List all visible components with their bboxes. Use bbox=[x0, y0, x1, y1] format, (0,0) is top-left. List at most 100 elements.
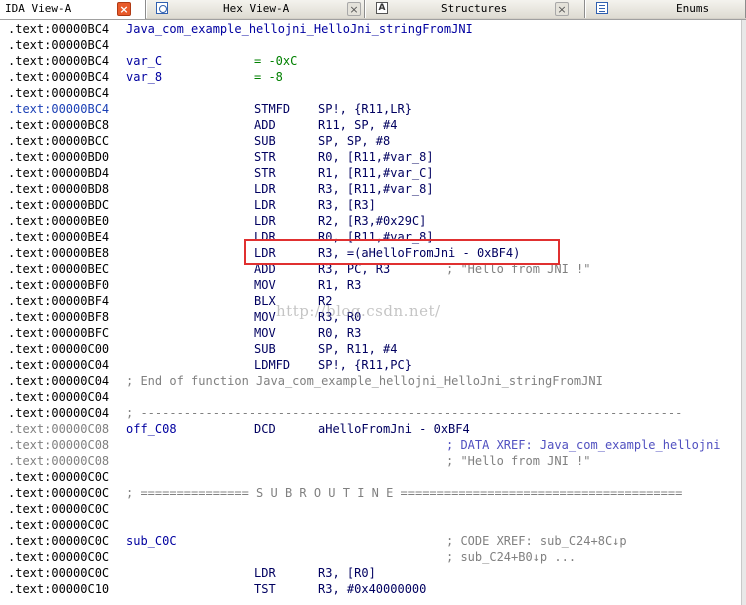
listing-line[interactable]: .text:00000C04 bbox=[0, 389, 742, 405]
line-comment: ; --------------------------------------… bbox=[126, 406, 683, 420]
line-comment: ; "Hello from JNI !" bbox=[446, 262, 591, 276]
line-mnemonic: MOV bbox=[254, 310, 276, 324]
listing-line[interactable]: .text:00000C08 ; DATA XREF: Java_com_exam… bbox=[0, 437, 742, 453]
listing-line[interactable]: .text:00000BC8 ADD R11, SP, #4 bbox=[0, 117, 742, 133]
line-address: .text:00000BC4 bbox=[8, 22, 110, 36]
tab-ida-view-a[interactable]: IDA View-A × bbox=[0, 0, 146, 19]
line-mnemonic: = -8 bbox=[254, 70, 283, 84]
line-operands: R11, SP, #4 bbox=[318, 118, 398, 132]
line-operands: R2, [R3,#0x29C] bbox=[318, 214, 427, 228]
vertical-scrollbar[interactable] bbox=[741, 20, 746, 605]
structures-icon: A bbox=[376, 2, 388, 14]
listing-line[interactable]: .text:00000BF8 MOV R3, R0 bbox=[0, 309, 742, 325]
line-operands: SP!, {R11,LR} bbox=[318, 102, 412, 116]
listing-line[interactable]: .text:00000C0C ; sub_C24+B0↓p ... bbox=[0, 549, 742, 565]
listing-line[interactable]: .text:00000C0C LDR R3, [R0] bbox=[0, 565, 742, 581]
line-address: .text:00000C10 bbox=[8, 582, 110, 596]
listing-line[interactable]: .text:00000BD0 STR R0, [R11,#var_8] bbox=[0, 149, 742, 165]
listing-line[interactable]: .text:00000BE0 LDR R2, [R3,#0x29C] bbox=[0, 213, 742, 229]
listing-line[interactable]: .text:00000BFC MOV R0, R3 bbox=[0, 325, 742, 341]
line-mnemonic: ADD bbox=[254, 118, 276, 132]
line-operands: R3, #0x40000000 bbox=[318, 582, 427, 596]
listing-line[interactable]: .text:00000BF0 MOV R1, R3 bbox=[0, 277, 742, 293]
line-operands: SP!, {R11,PC} bbox=[318, 358, 412, 372]
line-address: .text:00000BD4 bbox=[8, 166, 110, 180]
line-operands: R0, R3 bbox=[318, 326, 362, 340]
enums-icon bbox=[596, 2, 608, 14]
line-operands: R3, [R0] bbox=[318, 566, 376, 580]
listing-line[interactable]: .text:00000C0C bbox=[0, 501, 742, 517]
line-address: .text:00000BC4 bbox=[8, 102, 110, 116]
listing-line[interactable]: .text:00000BE8 LDR R3, =(aHelloFromJni - 0… bbox=[0, 245, 742, 261]
listing-line[interactable]: .text:00000C0C ; =============== S U B R … bbox=[0, 485, 742, 501]
line-operands: R3, R0 bbox=[318, 310, 362, 324]
line-address: .text:00000C04 bbox=[8, 374, 110, 388]
listing-line[interactable]: .text:00000C0C bbox=[0, 517, 742, 533]
line-label: sub_C0C bbox=[126, 534, 177, 548]
listing-line[interactable]: .text:00000BC4 var_8 = -8 bbox=[0, 69, 742, 85]
listing-line[interactable]: .text:00000C0C sub_C0C ; CODE XREF: sub_C2… bbox=[0, 533, 742, 549]
line-address: .text:00000BD8 bbox=[8, 182, 110, 196]
line-mnemonic: STMFD bbox=[254, 102, 291, 116]
line-address: .text:00000BF8 bbox=[8, 310, 110, 324]
line-mnemonic: MOV bbox=[254, 326, 276, 340]
tab-label: Structures bbox=[441, 2, 508, 15]
line-label: var_C bbox=[126, 54, 163, 68]
tab-hex-view-a[interactable]: Hex View-A × bbox=[146, 0, 365, 18]
listing-line[interactable]: .text:00000BF4 BLX R2 bbox=[0, 293, 742, 309]
line-address: .text:00000BC4 bbox=[8, 70, 110, 84]
line-address: .text:00000BCC bbox=[8, 134, 110, 148]
line-address: .text:00000C0C bbox=[8, 518, 110, 532]
listing-line[interactable]: .text:00000BE4 LDR R0, [R11,#var_8] bbox=[0, 229, 742, 245]
line-address: .text:00000C0C bbox=[8, 566, 110, 580]
listing-line[interactable]: .text:00000BC4 var_C = -0xC bbox=[0, 53, 742, 69]
line-address: .text:00000C0C bbox=[8, 486, 110, 500]
line-operands: SP, SP, #8 bbox=[318, 134, 391, 148]
listing-line[interactable]: .text:00000C04 ; End of function Java_com… bbox=[0, 373, 742, 389]
line-mnemonic: DCD bbox=[254, 422, 276, 436]
listing-line[interactable]: .text:00000C04 LDMFD SP!, {R11,PC} bbox=[0, 357, 742, 373]
line-mnemonic: = -0xC bbox=[254, 54, 298, 68]
tab-enums[interactable]: Enums bbox=[585, 0, 746, 18]
line-address: .text:00000BC4 bbox=[8, 38, 110, 52]
line-mnemonic: TST bbox=[254, 582, 276, 596]
line-address: .text:00000BEC bbox=[8, 262, 110, 276]
listing-line[interactable]: .text:00000BC4 bbox=[0, 85, 742, 101]
close-icon[interactable]: × bbox=[117, 2, 131, 16]
listing-line[interactable]: .text:00000C00 SUB SP, R11, #4 bbox=[0, 341, 742, 357]
line-address: .text:00000BE8 bbox=[8, 246, 110, 260]
listing-line[interactable]: .text:00000C0C bbox=[0, 469, 742, 485]
line-mnemonic: LDR bbox=[254, 214, 276, 228]
listing-line[interactable]: .text:00000C04 ; ------------------------… bbox=[0, 405, 742, 421]
line-mnemonic: LDR bbox=[254, 566, 276, 580]
listing-line[interactable]: .text:00000BC4 Java_com_example_hellojni_… bbox=[0, 21, 742, 37]
line-address: .text:00000BF0 bbox=[8, 278, 110, 292]
listing-line[interactable]: .text:00000BEC ADD R3, PC, R3 ; "Hello from… bbox=[0, 261, 742, 277]
line-mnemonic: BLX bbox=[254, 294, 276, 308]
line-address: .text:00000C0C bbox=[8, 550, 110, 564]
line-mnemonic: SUB bbox=[254, 342, 276, 356]
line-mnemonic: STR bbox=[254, 166, 276, 180]
listing-line[interactable]: .text:00000BDC LDR R3, [R3] bbox=[0, 197, 742, 213]
line-mnemonic: LDR bbox=[254, 246, 276, 260]
hex-view-icon bbox=[156, 2, 168, 14]
line-operands: R3, [R11,#var_8] bbox=[318, 182, 434, 196]
line-operands: R3, PC, R3 bbox=[318, 262, 391, 276]
line-operands: R1, [R11,#var_C] bbox=[318, 166, 434, 180]
close-icon[interactable]: × bbox=[555, 2, 569, 16]
listing-line[interactable]: .text:00000C08 off_C08 DCD aHelloFromJni - … bbox=[0, 421, 742, 437]
line-address: .text:00000C00 bbox=[8, 342, 110, 356]
line-address: .text:00000C08 bbox=[8, 438, 110, 452]
line-address: .text:00000C04 bbox=[8, 406, 110, 420]
close-icon[interactable]: × bbox=[347, 2, 361, 16]
listing-line[interactable]: .text:00000C10 TST R3, #0x40000000 bbox=[0, 581, 742, 597]
listing-line[interactable]: .text:00000BC4 bbox=[0, 37, 742, 53]
disassembly-listing[interactable]: .text:00000BC4 Java_com_example_hellojni_… bbox=[0, 20, 742, 605]
listing-line[interactable]: .text:00000BD4 STR R1, [R11,#var_C] bbox=[0, 165, 742, 181]
listing-line[interactable]: .text:00000BD8 LDR R3, [R11,#var_8] bbox=[0, 181, 742, 197]
listing-line[interactable]: .text:00000C08 ; "Hello from JNI !" bbox=[0, 453, 742, 469]
tab-bar: IDA View-A × Hex View-A × A Structures ×… bbox=[0, 0, 746, 20]
listing-line[interactable]: .text:00000BC4 STMFD SP!, {R11,LR} bbox=[0, 101, 742, 117]
tab-structures[interactable]: A Structures × bbox=[365, 0, 585, 18]
listing-line[interactable]: .text:00000BCC SUB SP, SP, #8 bbox=[0, 133, 742, 149]
